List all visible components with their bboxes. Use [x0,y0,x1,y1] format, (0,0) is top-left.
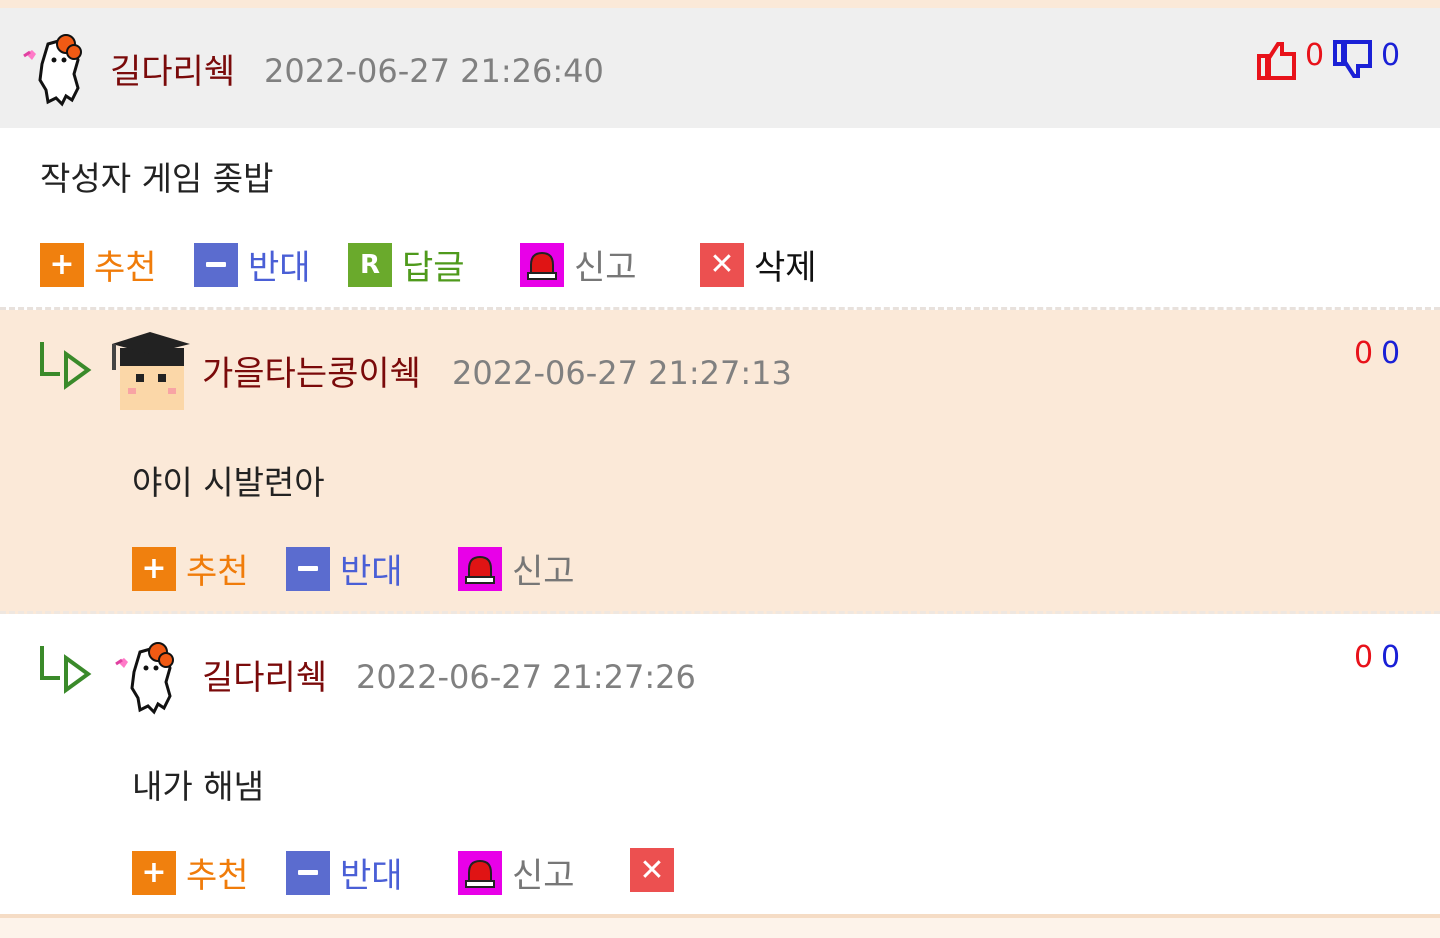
recommend-button[interactable]: + 추천 [132,544,249,593]
report-button[interactable]: 신고 [458,848,575,897]
close-icon: ✕ [700,242,744,287]
thumbs-down-icon[interactable] [1332,38,1376,82]
minus-icon [286,850,330,895]
minus-icon [286,546,330,591]
recommend-label: 추천 [186,552,249,592]
plus-icon: + [132,546,176,591]
report-label: 신고 [512,552,575,592]
comment-date: 2022-06-27 21:26:40 [264,52,604,90]
comment-date: 2022-06-27 21:27:13 [452,354,792,392]
comment-date: 2022-06-27 21:27:26 [356,658,696,696]
graduate-avatar-icon [112,332,190,410]
hamster-avatar-icon [23,34,82,107]
reply-icon: R [348,242,392,287]
comment-author[interactable]: 길다리쉑 [202,650,327,699]
comment-author[interactable]: 길다리쉑 [110,44,235,93]
bottom-divider [0,918,1440,938]
close-icon: ✕ [630,848,674,892]
comment-author[interactable]: 가을타는콩이쉑 [202,346,421,395]
comment-body: 작성자 게임 좆밥 + 추천 반대 R 답글 신고 ✕ 삭제 [0,128,1440,310]
report-label: 신고 [512,856,575,896]
up-vote-count: 0 [1354,640,1374,675]
oppose-label: 반대 [340,856,403,896]
recommend-button[interactable]: + 추천 [132,848,249,897]
reply-comment: 길다리쉑 2022-06-27 21:27:26 0 0 내가 해냄 + 추천 … [0,614,1440,918]
recommend-button[interactable]: + 추천 [40,240,157,289]
down-vote-count: 0 [1381,640,1401,675]
delete-button[interactable]: ✕ [630,848,674,892]
comment-text: 작성자 게임 좆밥 [40,159,274,198]
report-label: 신고 [574,248,637,288]
up-vote-count: 0 [1354,336,1374,371]
oppose-label: 반대 [248,248,311,288]
comment-text: 야이 시발련아 [132,463,325,502]
recommend-label: 추천 [186,856,249,896]
reply-arrow-icon [40,342,92,390]
oppose-button[interactable]: 반대 [286,848,403,897]
reply-comment: 가을타는콩이쉑 2022-06-27 21:27:13 0 0 야이 시발련아 … [0,310,1440,614]
oppose-label: 반대 [340,552,403,592]
oppose-button[interactable]: 반대 [194,240,311,289]
oppose-button[interactable]: 반대 [286,544,403,593]
reply-arrow-icon [40,646,92,694]
minus-icon [194,242,238,287]
plus-icon: + [40,242,84,287]
comment-header: 길다리쉑 2022-06-27 21:26:40 0 0 [0,8,1440,128]
delete-button[interactable]: ✕ 삭제 [700,240,817,289]
reply-label: 답글 [402,248,465,288]
reply-button[interactable]: R 답글 [348,240,465,289]
delete-label: 삭제 [754,248,817,288]
up-vote-count: 0 [1305,38,1325,73]
down-vote-count: 0 [1381,38,1401,73]
down-vote-count: 0 [1381,336,1401,371]
siren-icon [458,850,502,895]
recommend-label: 추천 [94,248,157,288]
thumbs-up-icon[interactable] [1256,38,1300,82]
siren-icon [520,242,564,287]
hamster-avatar-icon [115,642,174,715]
comment-text: 내가 해냄 [132,767,264,806]
siren-icon [458,546,502,591]
report-button[interactable]: 신고 [520,240,637,289]
report-button[interactable]: 신고 [458,544,575,593]
top-divider [0,0,1440,8]
plus-icon: + [132,850,176,895]
